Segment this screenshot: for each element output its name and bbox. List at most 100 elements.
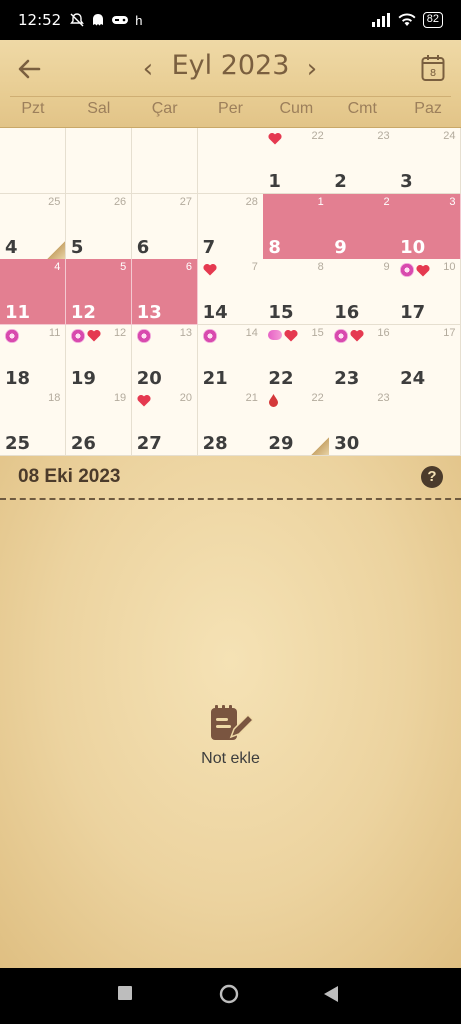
calendar-header: ‹ Eyl 2023 › 8 Pzt Sal Çar Per Cum Cmt P… xyxy=(0,40,461,128)
day-icons xyxy=(268,394,279,408)
day-cell-9[interactable]: 29 xyxy=(329,193,396,260)
day-cell-30[interactable]: 23 30 xyxy=(329,390,396,457)
day-cell-6[interactable]: 27 6 xyxy=(131,193,199,260)
day-number: 18 xyxy=(5,367,31,389)
day-cell-2[interactable]: 23 2 xyxy=(329,128,396,195)
day-cell-24[interactable]: 17 24 xyxy=(395,324,461,391)
day-cell-4[interactable]: 25 4 xyxy=(0,193,67,260)
next-month-button[interactable]: › xyxy=(298,54,326,84)
home-button[interactable] xyxy=(219,984,239,1009)
day-number: 25 xyxy=(5,433,31,455)
day-cell-22[interactable]: 15 22 xyxy=(263,324,330,391)
cycle-day-number: 26 xyxy=(113,195,127,208)
day-cell-21[interactable]: 14 21 xyxy=(197,324,264,391)
day-cell-14[interactable]: 7 14 xyxy=(197,259,264,326)
cycle-day-number: 24 xyxy=(443,130,456,142)
selected-date: 08 Eki 2023 xyxy=(18,466,121,487)
day-cell-17[interactable]: 10 17 xyxy=(395,259,461,326)
day-cell-23[interactable]: 16 23 xyxy=(329,324,396,391)
back-button[interactable] xyxy=(324,986,338,1007)
day-cell-20[interactable]: 13 20 xyxy=(131,324,199,391)
cycle-day-number: 23 xyxy=(377,392,390,405)
cycle-day-number: 1 xyxy=(317,195,324,208)
notes-panel: 08 Eki 2023 ? Not ekle xyxy=(0,456,461,968)
flower-icon xyxy=(400,263,415,278)
flower-icon xyxy=(136,328,151,343)
gamepad-icon xyxy=(112,16,129,24)
day-cell-10[interactable]: 3 10 xyxy=(395,193,461,260)
calendar-today-icon[interactable]: 8 xyxy=(421,54,445,82)
flower-icon xyxy=(202,328,217,343)
day-number: 1 xyxy=(268,171,281,193)
cycle-day-number: 5 xyxy=(120,261,127,274)
day-number: 2 xyxy=(334,171,347,193)
day-icons xyxy=(268,329,298,342)
help-icon[interactable]: ? xyxy=(421,466,443,488)
add-note-label: Not ekle xyxy=(201,750,260,767)
signal-icon xyxy=(371,13,390,27)
flower-icon xyxy=(5,328,19,343)
day-cell-15[interactable]: 8 15 xyxy=(263,259,330,326)
day-cell-7[interactable]: 28 7 xyxy=(197,193,264,260)
cycle-day-number: 12 xyxy=(113,326,127,339)
weekday-label: Per xyxy=(218,100,243,117)
day-cell-18[interactable]: 11 18 xyxy=(0,324,67,391)
weekday-label: Çar xyxy=(151,100,178,117)
square-icon xyxy=(118,986,132,1000)
day-number: 10 xyxy=(400,236,426,258)
cycle-day-number: 2 xyxy=(383,195,390,208)
day-cell-27[interactable]: 20 27 xyxy=(131,390,199,457)
day-number: 14 xyxy=(202,302,228,324)
day-cell-28[interactable]: 21 28 xyxy=(197,390,264,457)
day-cell-13[interactable]: 6 13 xyxy=(131,259,199,326)
day-cell-3[interactable]: 24 3 xyxy=(395,128,461,195)
day-number: 19 xyxy=(70,367,96,389)
empty-day-cell xyxy=(65,128,133,195)
today-day-number: 8 xyxy=(430,68,436,79)
h-indicator: h xyxy=(135,12,143,28)
heart-icon xyxy=(137,395,151,407)
notification-icons: h xyxy=(69,12,142,28)
day-cell-11[interactable]: 4 11 xyxy=(0,259,67,326)
flower-icon xyxy=(334,328,349,343)
day-icons xyxy=(136,328,151,343)
day-icons xyxy=(202,328,217,343)
system-icons: 82 xyxy=(371,12,443,28)
weekday-label: Cum xyxy=(279,100,314,117)
day-cell-26[interactable]: 19 26 xyxy=(65,390,133,457)
day-cell-19[interactable]: 12 19 xyxy=(65,324,133,391)
cycle-day-number: 28 xyxy=(245,195,258,208)
day-cell-12[interactable]: 5 12 xyxy=(65,259,133,326)
day-number: 30 xyxy=(334,433,360,455)
triangle-back-icon xyxy=(324,986,338,1002)
header-divider xyxy=(10,96,451,97)
day-cell-8[interactable]: 18 xyxy=(263,193,330,260)
weekday-label: Pzt xyxy=(21,100,45,117)
recents-button[interactable] xyxy=(118,986,132,1005)
day-cell-5[interactable]: 26 5 xyxy=(65,193,133,260)
day-number: 9 xyxy=(334,236,347,258)
day-cell-25[interactable]: 18 25 xyxy=(0,390,67,457)
day-number: 5 xyxy=(70,236,84,258)
add-note-button[interactable]: Not ekle xyxy=(0,704,461,768)
day-number: 22 xyxy=(268,367,294,389)
cycle-day-number: 8 xyxy=(317,261,324,274)
cycle-day-number: 11 xyxy=(48,326,61,339)
day-number: 15 xyxy=(268,302,294,324)
drop-icon xyxy=(269,394,279,408)
cycle-day-number: 20 xyxy=(179,392,193,405)
calendar-grid: 22 1 23 2 24 3 25 4 26 5 27 6 28 7 1 8 2 9 3 10 4 11 5 12 6 13 7 14… xyxy=(0,128,461,457)
heart-icon xyxy=(350,330,364,342)
day-number: 23 xyxy=(334,367,360,389)
cycle-day-number: 6 xyxy=(185,261,193,274)
day-cell-1[interactable]: 22 1 xyxy=(263,128,330,195)
cycle-day-number: 22 xyxy=(311,130,324,142)
day-cell-16[interactable]: 9 16 xyxy=(329,259,396,326)
day-cell-29[interactable]: 22 29 xyxy=(263,390,330,457)
empty-day-cell xyxy=(131,128,199,195)
cycle-day-number: 19 xyxy=(113,392,127,405)
day-number: 12 xyxy=(70,302,96,324)
page-fold-icon xyxy=(310,437,329,456)
cycle-day-number: 15 xyxy=(311,326,324,339)
day-number: 6 xyxy=(136,236,150,258)
